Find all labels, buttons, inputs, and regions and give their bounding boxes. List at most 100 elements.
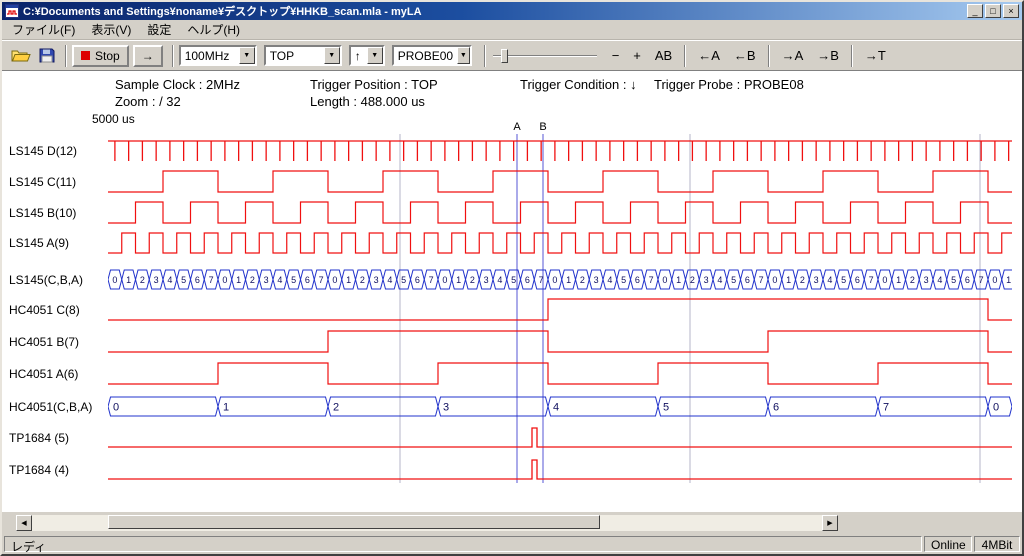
svg-text:4: 4 <box>387 275 392 285</box>
channel-label: LS145 B(10) <box>9 205 76 221</box>
zoom-text: Zoom : / 32 <box>115 94 181 109</box>
toolbar-separator <box>684 45 686 67</box>
jump-to-cursor-b-button[interactable]: ←B <box>728 45 762 66</box>
svg-text:4: 4 <box>277 275 282 285</box>
svg-text:6: 6 <box>773 402 779 414</box>
svg-text:5: 5 <box>291 275 296 285</box>
jump-to-trigger-button[interactable]: →T <box>859 45 892 66</box>
svg-text:1: 1 <box>126 275 131 285</box>
svg-text:4: 4 <box>827 275 832 285</box>
svg-text:2: 2 <box>910 275 915 285</box>
svg-text:3: 3 <box>374 275 379 285</box>
menu-settings[interactable]: 設定 <box>139 18 179 41</box>
chevron-down-icon[interactable]: ▼ <box>239 47 255 64</box>
window-title: C:¥Documents and Settings¥noname¥デスクトップ¥… <box>23 3 967 19</box>
svg-text:0: 0 <box>113 402 119 414</box>
svg-text:0: 0 <box>552 275 557 285</box>
svg-text:3: 3 <box>443 402 449 414</box>
run-button[interactable]: → <box>133 45 163 67</box>
app-window: C:¥Documents and Settings¥noname¥デスクトップ¥… <box>0 0 1024 556</box>
menu-view[interactable]: 表示(V) <box>83 18 139 41</box>
chevron-down-icon[interactable]: ▼ <box>324 47 340 64</box>
svg-text:0: 0 <box>662 275 667 285</box>
svg-text:4: 4 <box>717 275 722 285</box>
trigger-probe-combo[interactable]: PROBE00 ▼ <box>392 45 472 66</box>
scrollbar-track[interactable] <box>32 515 822 531</box>
channel-label: HC4051 C(8) <box>9 302 80 318</box>
svg-text:1: 1 <box>566 275 571 285</box>
svg-text:7: 7 <box>883 402 889 414</box>
zoom-slider-thumb[interactable] <box>501 49 508 63</box>
move-cursor-a-button[interactable]: →A <box>776 45 810 66</box>
maximize-button[interactable]: □ <box>985 4 1001 18</box>
app-icon <box>5 4 19 18</box>
svg-text:3: 3 <box>154 275 159 285</box>
svg-text:5: 5 <box>731 275 736 285</box>
channel-label: HC4051 A(6) <box>9 366 78 382</box>
trigger-edge-combo[interactable]: ↑ ▼ <box>349 45 385 66</box>
svg-text:0: 0 <box>332 275 337 285</box>
save-button[interactable] <box>34 44 60 68</box>
status-message: レディ <box>4 536 922 552</box>
svg-text:5: 5 <box>841 275 846 285</box>
chevron-down-icon[interactable]: ▼ <box>457 47 470 64</box>
channel-label: TP1684 (4) <box>9 462 69 478</box>
sample-clock-combo[interactable]: 100MHz ▼ <box>179 45 257 66</box>
svg-text:3: 3 <box>594 275 599 285</box>
svg-text:6: 6 <box>305 275 310 285</box>
svg-text:5: 5 <box>511 275 516 285</box>
svg-text:7: 7 <box>319 275 324 285</box>
svg-text:4: 4 <box>607 275 612 285</box>
chevron-down-icon[interactable]: ▼ <box>367 47 383 64</box>
svg-text:4: 4 <box>553 402 559 414</box>
svg-text:2: 2 <box>360 275 365 285</box>
trigger-position-text: Trigger Position : TOP <box>310 77 438 92</box>
trigger-position-combo[interactable]: TOP ▼ <box>264 45 342 66</box>
minimize-button[interactable]: _ <box>967 4 983 18</box>
status-memory: 4MBit <box>974 536 1020 552</box>
channel-label: HC4051(C,B,A) <box>9 399 92 415</box>
svg-text:1: 1 <box>786 275 791 285</box>
menu-file[interactable]: ファイル(F) <box>4 18 83 41</box>
svg-text:4: 4 <box>497 275 502 285</box>
svg-text:3: 3 <box>924 275 929 285</box>
svg-text:4: 4 <box>167 275 172 285</box>
waveform-plot[interactable]: AB01234567012345670123456701234567012345… <box>108 118 1012 492</box>
svg-text:7: 7 <box>979 275 984 285</box>
toolbar: Stop → 100MHz ▼ TOP ▼ ↑ ▼ PROBE00 ▼ − + … <box>2 40 1022 71</box>
ab-cursor-button[interactable]: AB <box>649 45 678 66</box>
svg-text:6: 6 <box>525 275 530 285</box>
svg-text:5: 5 <box>181 275 186 285</box>
channel-label: LS145 C(11) <box>9 174 76 190</box>
svg-text:6: 6 <box>745 275 750 285</box>
menu-help[interactable]: ヘルプ(H) <box>179 18 248 41</box>
zoom-out-button[interactable]: − <box>606 45 626 66</box>
close-button[interactable]: × <box>1003 4 1019 18</box>
toolbar-separator <box>65 45 67 67</box>
svg-text:4: 4 <box>937 275 942 285</box>
svg-text:1: 1 <box>1006 275 1011 285</box>
zoom-in-button[interactable]: + <box>627 45 647 66</box>
svg-text:2: 2 <box>250 275 255 285</box>
stop-button[interactable]: Stop <box>72 45 129 67</box>
scroll-right-button[interactable]: ▶ <box>822 515 838 531</box>
scroll-left-button[interactable]: ◀ <box>16 515 32 531</box>
svg-text:3: 3 <box>484 275 489 285</box>
move-cursor-b-button[interactable]: →B <box>811 45 845 66</box>
length-text: Length : 488.000 us <box>310 94 425 109</box>
svg-text:A: A <box>513 121 521 133</box>
trigger-position-value: TOP <box>266 49 324 63</box>
svg-text:6: 6 <box>965 275 970 285</box>
channel-label: LS145 D(12) <box>9 143 77 159</box>
svg-text:2: 2 <box>470 275 475 285</box>
horizontal-scrollbar[interactable]: ◀ ▶ <box>16 515 838 531</box>
svg-text:6: 6 <box>195 275 200 285</box>
scrollbar-thumb[interactable] <box>108 515 600 529</box>
scroll-strip: ◀ ▶ <box>2 512 1022 534</box>
zoom-slider[interactable] <box>493 45 597 67</box>
svg-text:0: 0 <box>993 402 999 414</box>
jump-to-cursor-a-button[interactable]: ←A <box>692 45 726 66</box>
trigger-probe-text: Trigger Probe : PROBE08 <box>654 77 804 92</box>
svg-text:2: 2 <box>800 275 805 285</box>
open-button[interactable] <box>8 44 34 68</box>
